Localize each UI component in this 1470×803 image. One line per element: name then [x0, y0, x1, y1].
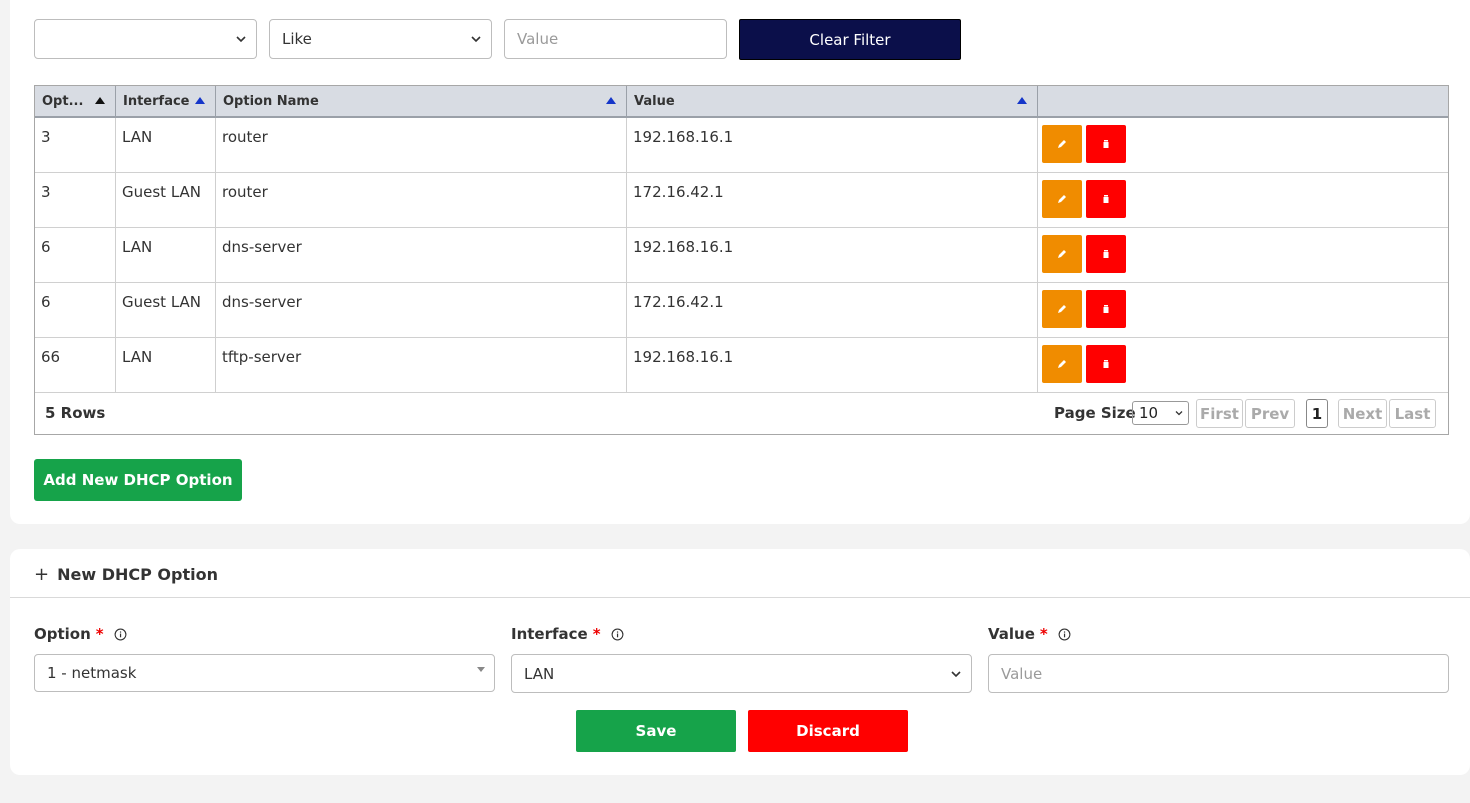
page-size-label: Page Size	[1054, 404, 1136, 422]
chevron-down-icon	[951, 671, 961, 678]
dhcp-options-table: Opt... Interface Option Name Value 3 LAN…	[34, 85, 1449, 435]
required-mark: *	[1039, 625, 1048, 643]
page-size-select[interactable]: 10	[1132, 401, 1189, 425]
pencil-icon	[1058, 250, 1066, 258]
column-header-interface[interactable]: Interface	[116, 86, 216, 116]
chevron-down-icon	[236, 36, 246, 43]
cell-value: 172.16.42.1	[627, 283, 1038, 338]
required-mark: *	[95, 625, 104, 643]
new-dhcp-option-form: + New DHCP Option Option * Interface * V…	[10, 549, 1470, 775]
filter-column-select[interactable]	[34, 19, 257, 59]
last-page-button[interactable]: Last	[1389, 399, 1436, 428]
delete-button[interactable]	[1086, 290, 1126, 328]
option-label: Option *	[34, 625, 127, 643]
cell-interface: Guest LAN	[116, 283, 216, 338]
filter-operator-value: Like	[282, 30, 312, 48]
caret-down-icon	[477, 667, 485, 672]
form-title: New DHCP Option	[57, 565, 218, 584]
cell-option-name: dns-server	[216, 228, 627, 283]
value-input[interactable]: Value	[988, 654, 1449, 693]
cell-interface: LAN	[116, 338, 216, 393]
column-header-actions	[1038, 86, 1448, 116]
sort-asc-icon	[95, 97, 105, 104]
cell-interface: Guest LAN	[116, 173, 216, 228]
divider	[10, 597, 1470, 598]
cell-option-name: dns-server	[216, 283, 627, 338]
discard-button[interactable]: Discard	[748, 710, 908, 752]
chevron-down-icon	[471, 36, 481, 43]
prev-page-button[interactable]: Prev	[1245, 399, 1295, 428]
cell-value: 172.16.42.1	[627, 173, 1038, 228]
cell-option-name: router	[216, 118, 627, 173]
cell-option-name: router	[216, 173, 627, 228]
filter-operator-select[interactable]: Like	[269, 19, 492, 59]
pencil-icon	[1058, 195, 1066, 203]
cell-interface: LAN	[116, 118, 216, 173]
edit-button[interactable]	[1042, 180, 1082, 218]
plus-icon: +	[34, 564, 50, 585]
edit-button[interactable]	[1042, 290, 1082, 328]
chevron-down-icon	[1175, 411, 1183, 416]
column-header-value[interactable]: Value	[627, 86, 1038, 116]
cell-option: 3	[35, 173, 116, 228]
delete-button[interactable]	[1086, 345, 1126, 383]
cell-option: 6	[35, 283, 116, 338]
table-row: 6 LAN dns-server 192.168.16.1	[35, 228, 1448, 283]
filter-value-input[interactable]: Value	[504, 19, 727, 59]
cell-option-name: tftp-server	[216, 338, 627, 393]
info-icon[interactable]	[1058, 628, 1071, 641]
rows-count: 5 Rows	[45, 404, 106, 422]
trash-icon	[1103, 360, 1109, 368]
table-row: 6 Guest LAN dns-server 172.16.42.1	[35, 283, 1448, 338]
edit-button[interactable]	[1042, 125, 1082, 163]
filter-value-placeholder: Value	[517, 30, 559, 48]
pencil-icon	[1058, 360, 1066, 368]
next-page-button[interactable]: Next	[1338, 399, 1387, 428]
trash-icon	[1103, 250, 1109, 258]
trash-icon	[1103, 140, 1109, 148]
first-page-button[interactable]: First	[1196, 399, 1243, 428]
info-icon[interactable]	[114, 628, 127, 641]
form-header[interactable]: + New DHCP Option	[34, 564, 218, 585]
pencil-icon	[1058, 140, 1066, 148]
edit-button[interactable]	[1042, 345, 1082, 383]
cell-option: 6	[35, 228, 116, 283]
value-label: Value *	[988, 625, 1071, 643]
option-select[interactable]: 1 - netmask	[34, 654, 495, 692]
clear-filter-button[interactable]: Clear Filter	[739, 19, 961, 60]
options-table-card: Like Value Clear Filter Opt... Interface…	[10, 0, 1470, 524]
cell-option: 3	[35, 118, 116, 173]
current-page[interactable]: 1	[1306, 399, 1328, 428]
delete-button[interactable]	[1086, 180, 1126, 218]
interface-select[interactable]: LAN	[511, 654, 972, 693]
cell-interface: LAN	[116, 228, 216, 283]
cell-value: 192.168.16.1	[627, 228, 1038, 283]
table-header: Opt... Interface Option Name Value	[35, 86, 1448, 118]
delete-button[interactable]	[1086, 235, 1126, 273]
cell-option: 66	[35, 338, 116, 393]
sort-asc-icon	[1017, 97, 1027, 104]
delete-button[interactable]	[1086, 125, 1126, 163]
pencil-icon	[1058, 305, 1066, 313]
cell-value: 192.168.16.1	[627, 338, 1038, 393]
table-row: 66 LAN tftp-server 192.168.16.1	[35, 338, 1448, 393]
save-button[interactable]: Save	[576, 710, 736, 752]
interface-label: Interface *	[511, 625, 624, 643]
column-header-option-name[interactable]: Option Name	[216, 86, 627, 116]
trash-icon	[1103, 195, 1109, 203]
edit-button[interactable]	[1042, 235, 1082, 273]
table-row: 3 LAN router 192.168.16.1	[35, 118, 1448, 173]
info-icon[interactable]	[611, 628, 624, 641]
table-row: 3 Guest LAN router 172.16.42.1	[35, 173, 1448, 228]
add-dhcp-option-button[interactable]: Add New DHCP Option	[34, 459, 242, 501]
trash-icon	[1103, 305, 1109, 313]
cell-value: 192.168.16.1	[627, 118, 1038, 173]
column-header-option[interactable]: Opt...	[35, 86, 116, 116]
required-mark: *	[592, 625, 601, 643]
sort-asc-icon	[195, 97, 205, 104]
table-footer: 5 Rows Page Size 10 First Prev 1 Next La…	[35, 392, 1448, 434]
sort-asc-icon	[606, 97, 616, 104]
